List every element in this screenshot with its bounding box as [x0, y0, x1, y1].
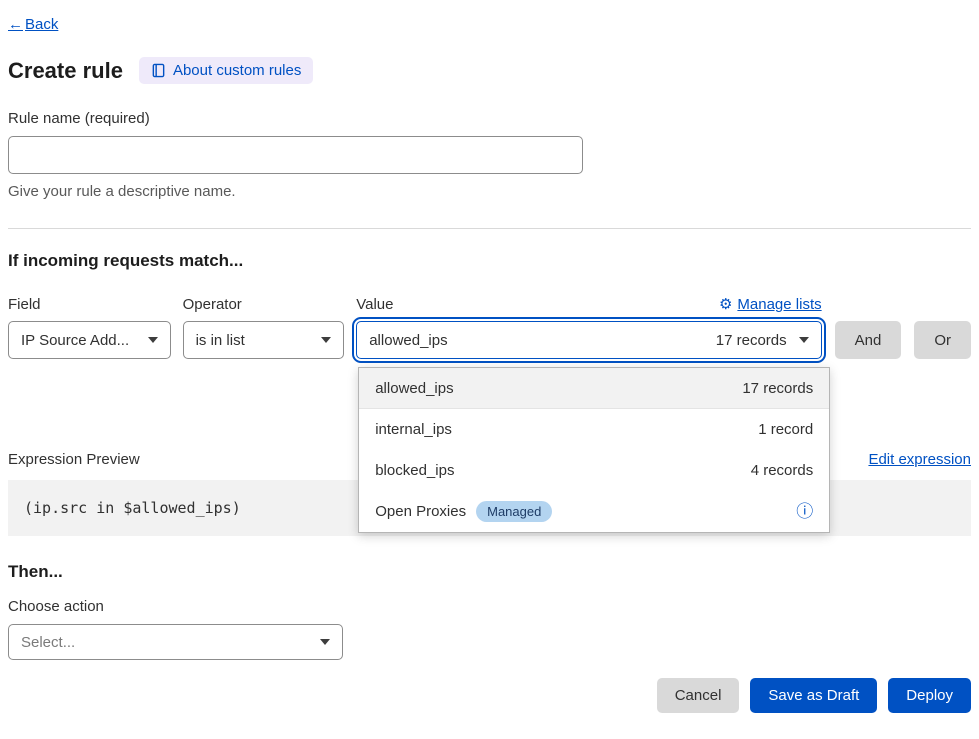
list-item-name: blocked_ips — [375, 462, 454, 479]
or-button[interactable]: Or — [914, 321, 971, 359]
value-column: Value ⚙ Manage lists allowed_ips 17 reco… — [356, 295, 821, 359]
chevron-down-icon — [320, 639, 330, 645]
back-arrow-icon: ← — [8, 16, 23, 33]
page-title: Create rule — [8, 58, 123, 84]
info-icon[interactable]: ⓘ — [796, 503, 813, 520]
list-item-records: 17 records — [742, 380, 813, 397]
rule-name-helper: Give your rule a descriptive name. — [8, 183, 971, 200]
save-as-draft-button[interactable]: Save as Draft — [750, 678, 877, 713]
expression-code: (ip.src in $allowed_ips) — [24, 499, 241, 517]
field-label: Field — [8, 296, 41, 313]
list-item-open-proxies[interactable]: Open Proxies Managed ⓘ — [359, 491, 829, 532]
expression-preview-label: Expression Preview — [8, 451, 140, 468]
chevron-down-icon — [148, 337, 158, 343]
value-select[interactable]: allowed_ips 17 records — [356, 321, 821, 359]
divider — [8, 228, 971, 229]
match-section-heading: If incoming requests match... — [8, 251, 971, 271]
action-select[interactable]: Select... — [8, 624, 343, 660]
list-item-records: 4 records — [751, 462, 814, 479]
operator-label: Operator — [183, 296, 242, 313]
list-item-records: 1 record — [758, 421, 813, 438]
back-label: Back — [25, 16, 58, 33]
managed-badge: Managed — [476, 501, 552, 522]
create-rule-page: ←Back Create rule About custom rules Rul… — [0, 0, 979, 739]
deploy-button[interactable]: Deploy — [888, 678, 971, 713]
choose-action-label: Choose action — [8, 598, 971, 615]
book-icon — [151, 63, 166, 78]
value-select-name: allowed_ips — [369, 332, 447, 349]
list-item-blocked-ips[interactable]: blocked_ips 4 records — [359, 450, 829, 491]
value-select-count: 17 records — [716, 332, 787, 349]
list-item-name: Open Proxies — [375, 503, 466, 520]
action-select-placeholder: Select... — [21, 634, 75, 651]
operator-select[interactable]: is in list — [183, 321, 345, 359]
chevron-down-icon — [321, 337, 331, 343]
title-row: Create rule About custom rules — [8, 57, 971, 84]
match-row: Field IP Source Add... Operator is in li… — [8, 295, 971, 359]
cancel-button[interactable]: Cancel — [657, 678, 740, 713]
about-badge-label: About custom rules — [173, 62, 301, 79]
list-item-allowed-ips[interactable]: allowed_ips 17 records — [359, 368, 829, 409]
andor-buttons: And Or — [835, 321, 971, 359]
value-label: Value — [356, 296, 393, 313]
edit-expression-link[interactable]: Edit expression — [868, 451, 971, 468]
rule-name-input[interactable] — [8, 136, 583, 174]
chevron-down-icon — [799, 337, 809, 343]
field-select-value: IP Source Add... — [21, 332, 129, 349]
list-item-internal-ips[interactable]: internal_ips 1 record — [359, 409, 829, 450]
and-button[interactable]: And — [835, 321, 902, 359]
manage-lists-link[interactable]: ⚙ Manage lists — [719, 295, 822, 313]
back-link[interactable]: ←Back — [8, 16, 58, 33]
field-select[interactable]: IP Source Add... — [8, 321, 171, 359]
value-dropdown-menu: allowed_ips 17 records internal_ips 1 re… — [358, 367, 830, 533]
list-item-name: internal_ips — [375, 421, 452, 438]
footer-actions: Cancel Save as Draft Deploy — [8, 678, 971, 713]
gear-icon: ⚙ — [719, 295, 732, 313]
manage-lists-label: Manage lists — [737, 296, 821, 313]
then-section-heading: Then... — [8, 562, 971, 582]
list-item-name: allowed_ips — [375, 380, 453, 397]
operator-column: Operator is in list — [183, 295, 345, 359]
operator-select-value: is in list — [196, 332, 245, 349]
rule-name-label: Rule name (required) — [8, 110, 971, 127]
about-custom-rules-link[interactable]: About custom rules — [139, 57, 313, 84]
field-column: Field IP Source Add... — [8, 295, 171, 359]
